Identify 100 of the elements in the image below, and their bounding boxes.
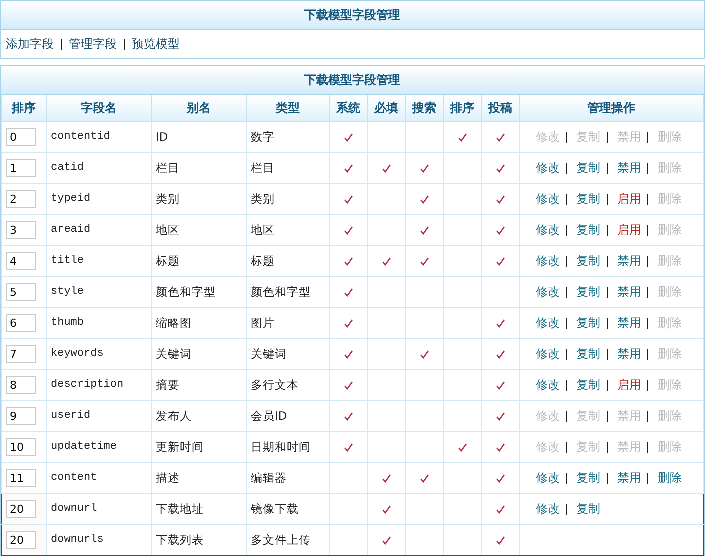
order-input[interactable]: 3 [6,221,36,239]
table-cell: description [46,370,152,400]
table-cell: contentid [46,122,152,152]
table-cell: typeid [46,184,152,214]
table-cell: 描述 [152,462,246,494]
check-icon [496,350,506,360]
nav-link[interactable]: 添加字段 [6,36,54,52]
order-input[interactable]: 20 [6,500,36,518]
action-link[interactable]: 复制 [576,254,601,268]
order-input[interactable]: 4 [6,252,36,270]
action-link[interactable]: 复制 [576,284,601,298]
action-link[interactable]: 禁用 [617,346,642,360]
table-cell: 颜色和字型 [246,276,330,308]
action-link[interactable]: 禁用 [617,470,642,484]
table-cell: downurl [46,494,152,524]
check-icon [344,164,354,174]
check-icon [420,350,430,360]
action-link[interactable]: 启用 [617,378,642,392]
table-cell: 发布人 [152,400,246,432]
check-icon [344,350,354,360]
table-cell: 关键词 [152,338,246,370]
action-link[interactable]: 修改 [536,316,560,330]
table-cell: 数字 [246,122,330,152]
panel-title: 下载模型字段管理 [304,72,400,88]
check-icon [344,256,354,267]
check-icon [382,504,392,515]
check-icon [420,256,430,267]
action-link[interactable]: 修改 [536,470,560,484]
action-link[interactable]: 禁用 [617,316,642,330]
check-icon [420,474,430,484]
action-link[interactable]: 启用 [617,222,642,236]
check-icon [382,164,392,174]
action-link[interactable]: 启用 [617,192,642,206]
action-link[interactable]: 修改 [536,284,560,298]
column-header: 排序 [2,95,46,122]
check-icon [344,288,354,298]
action-link[interactable]: 删除 [658,470,682,484]
check-icon [420,226,430,236]
order-input[interactable]: 0 [6,128,36,146]
check-icon [496,536,506,546]
column-header: 系统 [330,95,368,122]
check-icon [344,380,354,391]
action-link[interactable]: 修改 [536,502,560,516]
check-icon [496,132,506,143]
check-icon [496,412,506,422]
check-icon [344,132,354,143]
action-link[interactable]: 禁用 [617,160,642,174]
column-header: 排序 [444,95,482,122]
table-cell: keywords [46,338,152,370]
order-input[interactable]: 10 [6,438,36,456]
table-cell: catid [46,152,152,184]
action-link[interactable]: 复制 [576,222,601,236]
action-link[interactable]: 修改 [536,378,560,392]
action-link[interactable]: 复制 [576,502,601,516]
action-link[interactable]: 修改 [536,192,560,206]
table-cell: 日期和时间 [246,432,330,462]
action-link[interactable]: 禁用 [617,254,642,268]
column-header: 类型 [246,95,330,122]
order-input[interactable]: 8 [6,376,36,394]
column-header: 投稿 [482,95,520,122]
action-link[interactable]: 复制 [576,346,601,360]
table-cell: 关键词 [246,338,330,370]
order-input[interactable]: 5 [6,283,36,301]
check-icon [496,194,506,205]
column-header: 字段名 [46,95,152,122]
table-cell: 多行文本 [246,370,330,400]
action-link[interactable]: 禁用 [617,284,642,298]
check-icon [382,256,392,267]
order-input[interactable]: 7 [6,345,36,363]
action-link[interactable]: 修改 [536,346,560,360]
check-icon [496,474,506,484]
action-link[interactable]: 复制 [576,192,601,206]
table-cell: 会员ID [246,400,330,432]
column-header: 搜索 [406,95,444,122]
table-cell: thumb [46,308,152,338]
action-link[interactable]: 修改 [536,160,560,174]
table-cell: 图片 [246,308,330,338]
order-input[interactable]: 20 [6,531,36,549]
nav-link[interactable]: 预览模型 [132,36,180,52]
table-cell: 缩略图 [152,308,246,338]
order-input[interactable]: 6 [6,314,36,332]
table-cell: 栏目 [246,152,330,184]
action-link[interactable]: 复制 [576,470,601,484]
order-input[interactable]: 11 [6,469,36,487]
check-icon [344,194,354,205]
action-link[interactable]: 复制 [576,316,601,330]
order-input[interactable]: 2 [6,190,36,208]
check-icon [496,380,506,391]
table-cell: userid [46,400,152,432]
action-link[interactable]: 修改 [536,222,560,236]
table-cell: downurls [46,524,152,556]
check-icon [496,164,506,174]
order-input[interactable]: 1 [6,159,36,177]
nav-link[interactable]: 管理字段 [69,36,117,52]
table-cell: content [46,462,152,494]
order-input[interactable]: 9 [6,407,36,425]
action-link[interactable]: 复制 [576,160,601,174]
action-link[interactable]: 修改 [536,254,560,268]
table-cell: 地区 [246,214,330,246]
action-link[interactable]: 复制 [576,378,601,392]
